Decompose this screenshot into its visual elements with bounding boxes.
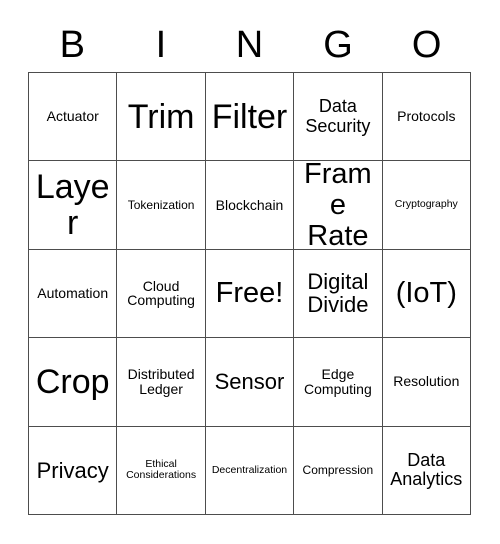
bingo-cell-label: Trim [127, 97, 195, 136]
bingo-cell-label: Resolution [393, 373, 460, 390]
bingo-cell-label: Tokenization [127, 197, 195, 212]
bingo-cell-label: Distributed Ledger [127, 365, 195, 397]
bingo-cell-label: Actuator [46, 108, 99, 125]
bingo-cell-label: Privacy [36, 457, 109, 483]
bingo-cell-r2c2[interactable]: Tokenization [117, 161, 206, 250]
bingo-cell-r1c2[interactable]: Trim [117, 73, 206, 162]
bingo-cell-r4c1[interactable]: Crop [29, 338, 118, 427]
bingo-cell-label: Cryptography [394, 198, 458, 211]
bingo-cell-r1c1[interactable]: Actuator [29, 73, 118, 162]
bingo-cell-label: Sensor [214, 369, 285, 395]
bingo-cell-r2c4[interactable]: Frame Rate [294, 161, 383, 250]
bingo-cell-r3c4[interactable]: Digital Divide [294, 249, 383, 339]
bingo-cell-r1c3[interactable]: Filter [205, 73, 295, 162]
bingo-cell-label: Protocols [397, 108, 456, 125]
bingo-cell-label: Free! [215, 276, 284, 309]
bingo-cell-r4c4[interactable]: Edge Computing [294, 338, 383, 427]
bingo-header-letter-g: G [323, 24, 353, 66]
bingo-cell-r4c2[interactable]: Distributed Ledger [117, 338, 206, 427]
bingo-cell-r3c5[interactable]: (IoT) [382, 249, 471, 339]
bingo-cell-label: Blockchain [215, 196, 284, 213]
bingo-header: B I N G O [28, 18, 471, 72]
bingo-cell-label: Automation [37, 285, 109, 301]
bingo-cell-label: Cloud Computing [127, 277, 195, 309]
bingo-grid: Actuator Trim Filter Data Security Proto… [28, 72, 471, 515]
bingo-cell-r2c1[interactable]: Layer [29, 161, 118, 250]
bingo-cell-r5c1[interactable]: Privacy [29, 426, 118, 515]
bingo-cell-r1c4[interactable]: Data Security [294, 73, 383, 162]
bingo-cell-label: Frame Rate [304, 161, 372, 250]
bingo-header-letter-b: B [59, 24, 85, 66]
bingo-cell-label: Data Security [305, 96, 371, 136]
bingo-cell-r2c5[interactable]: Cryptography [382, 161, 471, 250]
bingo-cell-label: Data Analytics [390, 450, 463, 490]
bingo-header-letter-n: N [235, 24, 264, 66]
bingo-card: B I N G O Actuator Trim Filter Data Secu… [0, 0, 500, 544]
bingo-cell-label: Digital Divide [307, 268, 369, 318]
bingo-cell-label: Crop [35, 362, 110, 401]
bingo-header-letter-o: O [411, 24, 442, 66]
bingo-cell-label: Layer [35, 167, 110, 243]
bingo-cell-r2c3[interactable]: Blockchain [205, 161, 295, 250]
bingo-cell-label: Decentralization [211, 463, 288, 476]
bingo-cell-r3c1[interactable]: Automation [29, 249, 118, 339]
bingo-cell-r4c3[interactable]: Sensor [205, 338, 295, 427]
bingo-cell-label: Edge Computing [304, 365, 372, 397]
bingo-cell-label: Compression [302, 462, 374, 477]
bingo-cell-free-space[interactable]: Free! [205, 249, 295, 339]
bingo-cell-r5c2[interactable]: Ethical Considerations [117, 426, 206, 515]
bingo-header-letter-i: I [155, 24, 167, 66]
bingo-cell-label: Filter [211, 97, 288, 136]
bingo-cell-label: (IoT) [395, 276, 457, 309]
bingo-cell-r3c2[interactable]: Cloud Computing [117, 249, 206, 339]
bingo-cell-r4c5[interactable]: Resolution [382, 338, 471, 427]
bingo-cell-r5c5[interactable]: Data Analytics [382, 426, 471, 515]
bingo-cell-r1c5[interactable]: Protocols [382, 73, 471, 162]
bingo-cell-r5c3[interactable]: Decentralization [205, 426, 295, 515]
bingo-cell-label: Ethical Considerations [126, 458, 197, 482]
bingo-cell-r5c4[interactable]: Compression [294, 426, 383, 515]
